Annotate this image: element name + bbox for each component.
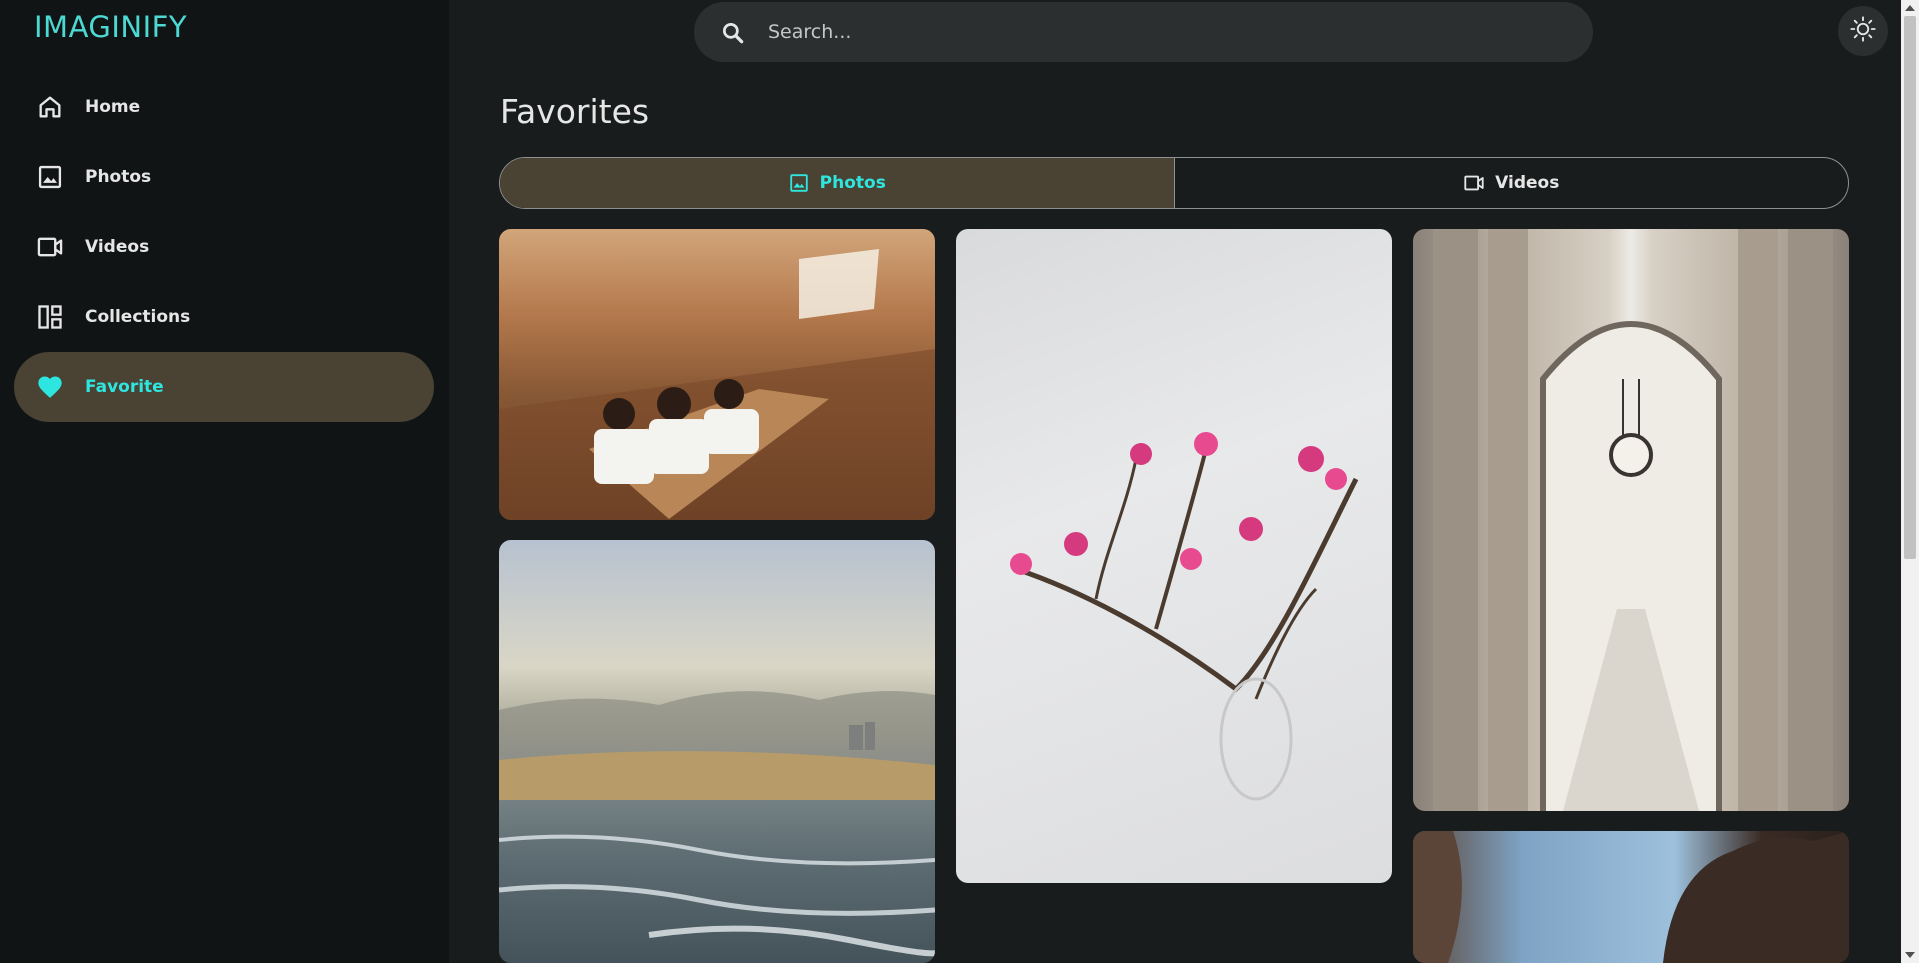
magnolia-photo	[1010, 432, 1359, 801]
sidebar-item-label: Collections	[85, 307, 191, 327]
scrollbar-thumb[interactable]	[1904, 16, 1916, 559]
photo-card-rocks[interactable]	[1413, 831, 1849, 963]
search-bar	[694, 2, 1593, 62]
sidebar: IMAGINIFY Home Photos Videos Collections…	[0, 0, 449, 963]
heart-icon	[36, 373, 64, 401]
photo-icon	[788, 172, 810, 194]
tab-videos[interactable]: Videos	[1175, 158, 1849, 208]
sidebar-item-collections[interactable]: Collections	[14, 282, 434, 352]
home-icon	[36, 93, 64, 121]
page-scrollbar[interactable]	[1901, 0, 1919, 963]
sidebar-item-label: Home	[85, 97, 141, 117]
video-icon	[1463, 172, 1485, 194]
tab-photos[interactable]: Photos	[500, 158, 1175, 208]
page-title: Favorites	[500, 92, 650, 131]
search-input[interactable]	[768, 16, 1548, 48]
sun-icon	[1849, 15, 1877, 47]
video-icon	[36, 233, 64, 261]
tab-label: Photos	[819, 173, 886, 193]
collections-icon	[36, 303, 64, 331]
scroll-up-arrow-icon[interactable]	[1905, 5, 1915, 11]
sidebar-item-label: Photos	[85, 167, 152, 187]
rocks-photo	[1413, 831, 1849, 963]
search-icon[interactable]	[720, 20, 746, 46]
photo-card-beach[interactable]	[499, 540, 935, 963]
photo-card-colonnade[interactable]	[1413, 229, 1849, 811]
tab-label: Videos	[1495, 173, 1560, 193]
photo-card-classroom[interactable]	[499, 229, 935, 520]
sidebar-item-label: Favorite	[85, 377, 164, 397]
sidebar-item-label: Videos	[85, 237, 150, 257]
app-logo[interactable]: IMAGINIFY	[34, 10, 187, 44]
theme-toggle-button[interactable]	[1838, 6, 1888, 56]
classroom-photo	[499, 249, 935, 520]
sidebar-item-favorite[interactable]: Favorite	[14, 352, 434, 422]
beach-photo	[499, 691, 935, 957]
photo-card-magnolia[interactable]	[956, 229, 1392, 883]
media-type-tabs: Photos Videos	[499, 157, 1849, 209]
scroll-down-arrow-icon[interactable]	[1905, 952, 1915, 958]
colonnade-photo	[1433, 229, 1833, 811]
sidebar-item-videos[interactable]: Videos	[14, 212, 434, 282]
photo-icon	[36, 163, 64, 191]
sidebar-item-photos[interactable]: Photos	[14, 142, 434, 212]
sidebar-item-home[interactable]: Home	[14, 72, 434, 142]
